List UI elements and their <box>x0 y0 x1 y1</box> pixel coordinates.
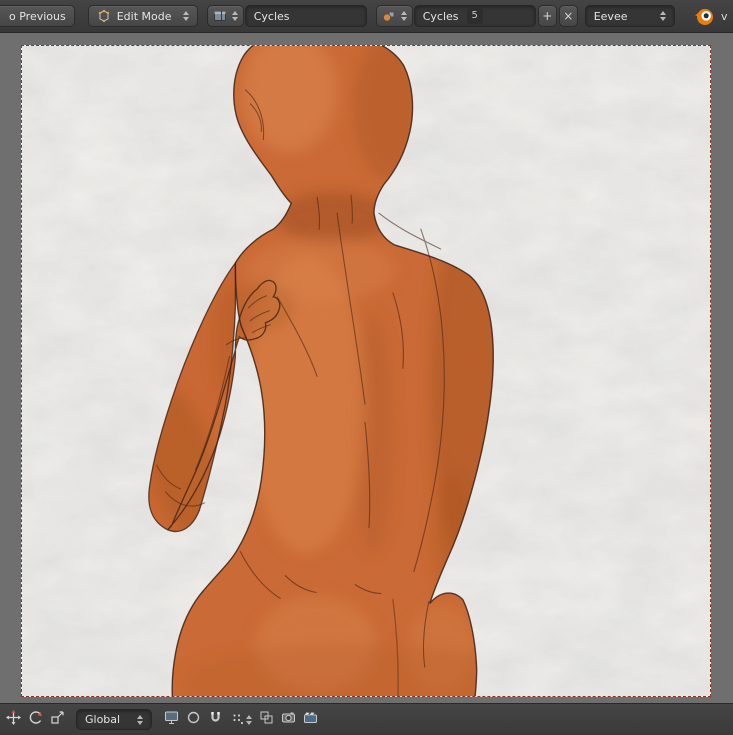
orientation-label: Global <box>85 713 121 726</box>
unlink-scene-button[interactable]: × <box>558 5 578 27</box>
manipulator-scale-button[interactable] <box>47 709 68 731</box>
snap-target-icon <box>259 710 274 729</box>
plus-icon: + <box>542 9 553 23</box>
mode-dropdown[interactable]: Edit Mode <box>87 5 198 27</box>
chevron-updown-icon <box>231 11 238 21</box>
edit-mode-icon <box>97 9 111 23</box>
proportional-edit-button[interactable] <box>183 709 204 731</box>
orientation-dropdown[interactable]: Global <box>76 709 152 730</box>
back-to-previous-button[interactable]: o Previous <box>0 5 75 27</box>
manipulator-scale-icon <box>50 710 65 729</box>
chevron-updown-icon <box>137 714 143 725</box>
render-engine-dropdown[interactable]: Eevee <box>584 5 675 27</box>
screen-layout-selector-button[interactable] <box>206 5 244 27</box>
display-mode-button[interactable] <box>161 709 182 731</box>
rendered-model-back-view <box>22 46 710 696</box>
manipulator-group <box>3 709 68 731</box>
scene-users-count-badge[interactable]: 5 <box>466 8 483 24</box>
manipulator-translate-button[interactable] <box>3 709 24 731</box>
scene-icon <box>382 9 396 23</box>
render-opengl-anim-icon <box>303 710 318 729</box>
snap-target-button[interactable] <box>256 709 277 731</box>
render-opengl-icon <box>281 710 296 729</box>
scene-name: Cycles <box>422 9 459 23</box>
back-to-previous-label: o Previous <box>9 9 66 23</box>
mode-dropdown-label: Edit Mode <box>116 9 172 23</box>
add-scene-button[interactable]: + <box>537 5 557 27</box>
bottom-toolbar: Global <box>0 703 733 735</box>
screen-layout-name: Cycles <box>253 9 290 23</box>
scene-selector-button[interactable] <box>375 5 413 27</box>
chevron-updown-icon <box>659 11 666 21</box>
scene-name-field[interactable]: Cycles 5 <box>413 5 536 27</box>
snap-increment-icon <box>231 710 244 729</box>
screen-layout-icon <box>213 9 227 23</box>
viewport-3d[interactable] <box>0 33 733 703</box>
manipulator-rotate-icon <box>28 710 43 729</box>
screen-layout-name-field[interactable]: Cycles <box>244 5 367 27</box>
manipulator-translate-icon <box>6 710 21 729</box>
snap-element-dropdown[interactable] <box>227 709 255 731</box>
blender-window: o Previous Edit Mode Cycles Cycles 5 + ×… <box>0 0 733 735</box>
chevron-updown-icon <box>400 11 407 21</box>
snap-render-group <box>161 709 321 731</box>
top-header-bar: o Previous Edit Mode Cycles Cycles 5 + ×… <box>0 0 733 33</box>
chevron-updown-icon <box>182 11 189 21</box>
camera-view-region[interactable] <box>21 45 711 697</box>
render-engine-label: Eevee <box>593 9 628 23</box>
manipulator-rotate-button[interactable] <box>25 709 46 731</box>
version-text: v <box>721 9 728 23</box>
render-opengl-anim-button[interactable] <box>300 709 321 731</box>
snap-toggle-button[interactable] <box>205 709 226 731</box>
close-icon: × <box>563 9 574 23</box>
proportional-edit-icon <box>186 710 201 729</box>
snap-magnet-icon <box>208 710 223 729</box>
screen-display-icon <box>164 710 179 729</box>
blender-logo-icon <box>693 5 715 27</box>
chevron-updown-icon <box>245 714 252 725</box>
render-opengl-button[interactable] <box>278 709 299 731</box>
